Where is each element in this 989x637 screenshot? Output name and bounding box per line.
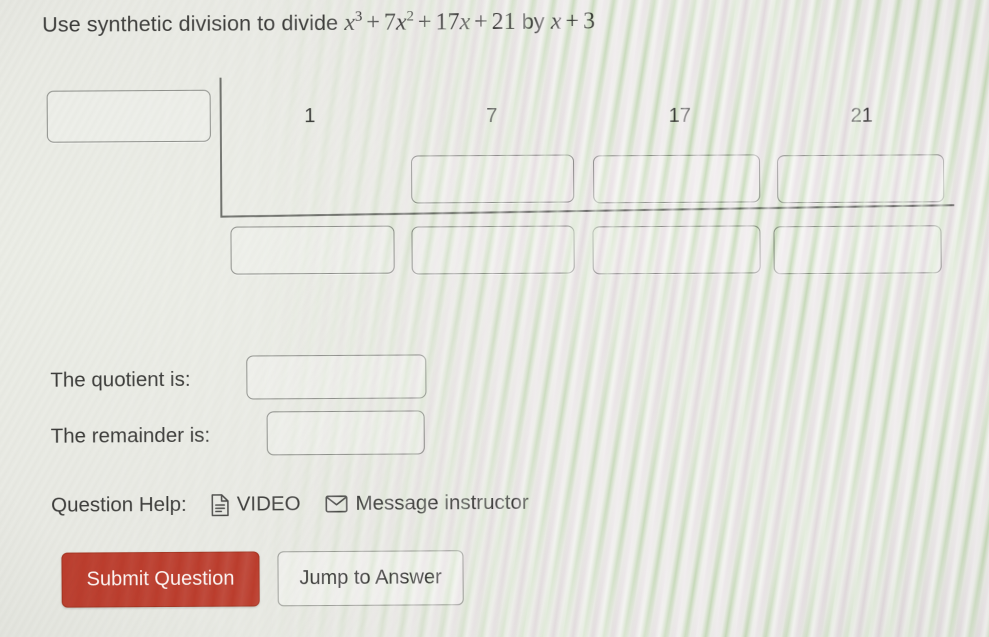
quotient-label: The quotient is: <box>50 367 191 392</box>
question-help-row: Question Help: VIDEO Message instructor <box>51 491 529 518</box>
dividend-expression: x3 +7x2 +17x +21 <box>344 8 516 36</box>
division-bracket-horizontal <box>220 204 955 218</box>
middle-row-input-0[interactable] <box>411 154 575 204</box>
dividend-operator-1: + <box>366 9 380 36</box>
bottom-row-input-3[interactable] <box>773 225 942 275</box>
dividend-operator-2: + <box>417 9 432 36</box>
middle-row-input-1[interactable] <box>593 154 761 204</box>
coefficient-3: 21 <box>850 104 873 127</box>
action-button-row: Submit Question Jump to Answer <box>61 550 464 608</box>
divisor-base: x <box>550 8 562 35</box>
question-help-label: Question Help: <box>51 492 187 517</box>
message-instructor-label: Message instructor <box>355 490 529 515</box>
dividend-term2-exponent: 2 <box>406 8 414 25</box>
dividend-term3-coefficient: 17 <box>435 9 460 36</box>
submit-question-button[interactable]: Submit Question <box>61 551 260 608</box>
bottom-row-input-2[interactable] <box>592 225 761 275</box>
divisor-expression: x +3 <box>551 8 595 34</box>
quotient-input[interactable] <box>246 354 427 400</box>
page-title: Use synthetic division to divide x3 +7x2 +… <box>42 7 595 38</box>
message-instructor-link[interactable]: Message instructor <box>325 490 529 516</box>
prompt-lead: Use synthetic division to divide <box>42 10 339 37</box>
dividend-operator-3: + <box>474 9 488 36</box>
envelope-icon <box>325 494 348 514</box>
division-bracket-vertical <box>219 77 223 218</box>
synthetic-division-table: 1 7 17 21 <box>0 69 989 295</box>
bottom-row-input-1[interactable] <box>411 225 575 275</box>
bottom-row-input-0[interactable] <box>230 225 395 275</box>
coefficient-1: 7 <box>486 104 498 128</box>
remainder-input[interactable] <box>266 410 425 456</box>
dividend-constant: 21 <box>491 8 516 36</box>
video-help-link[interactable]: VIDEO <box>210 492 301 517</box>
divisor-operator: + <box>565 8 580 35</box>
coefficient-2: 17 <box>668 104 691 127</box>
jump-to-answer-button[interactable]: Jump to Answer <box>277 550 464 607</box>
dividend-term1-base: x <box>344 9 355 36</box>
prompt-by-word: by <box>521 9 545 34</box>
photographed-screen: Use synthetic division to divide x3 +7x2 +… <box>0 0 989 637</box>
dividend-term3-base: x <box>459 9 471 36</box>
video-help-label: VIDEO <box>236 492 301 516</box>
middle-row-input-2[interactable] <box>777 154 945 204</box>
divisor-input[interactable] <box>46 89 211 143</box>
dividend-term2-coefficient: 7 <box>383 9 396 36</box>
coefficient-0: 1 <box>304 105 316 128</box>
dividend-term2-base: x <box>395 9 407 36</box>
document-icon <box>210 493 230 516</box>
question-panel: Use synthetic division to divide x3 +7x2 +… <box>0 0 989 637</box>
divisor-constant: 3 <box>582 8 596 35</box>
remainder-label: The remainder is: <box>50 423 211 448</box>
